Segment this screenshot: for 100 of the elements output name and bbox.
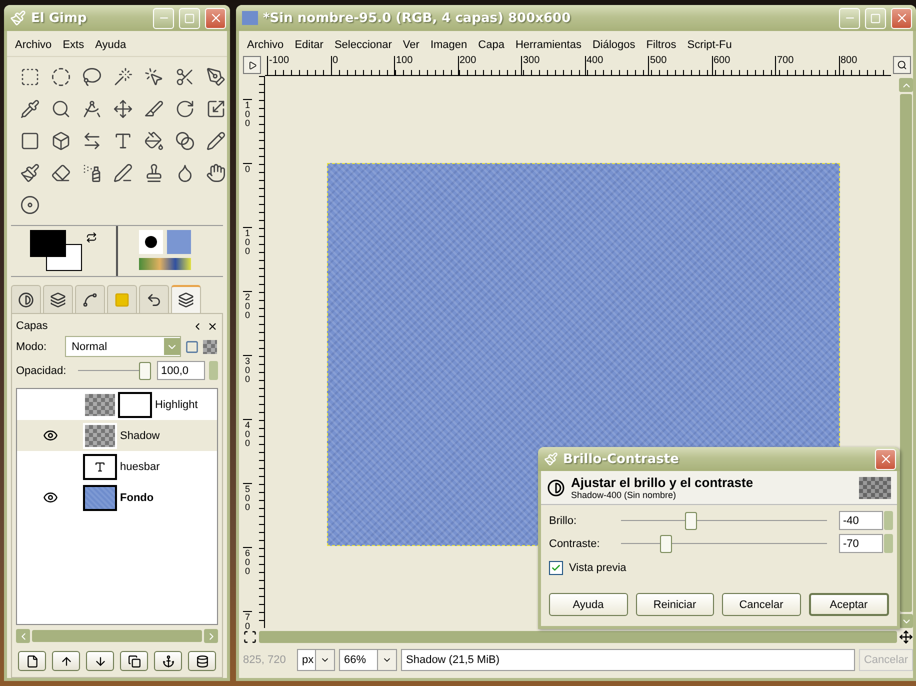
menu-arrow-button[interactable] <box>243 56 261 74</box>
pen-line-icon[interactable] <box>113 163 133 183</box>
menu-item[interactable]: Imagen <box>430 39 468 51</box>
zoom-dropdown[interactable]: 66% <box>339 649 397 671</box>
slider-thumb[interactable] <box>685 512 698 530</box>
contrast-icon <box>18 292 34 308</box>
navigate-icon[interactable] <box>899 630 913 644</box>
layers-icon <box>50 292 66 308</box>
move-icon[interactable] <box>113 99 133 119</box>
menu-item[interactable]: Ver <box>402 39 420 51</box>
menu-item[interactable]: Capa <box>478 39 504 51</box>
blend-icon[interactable] <box>175 131 195 151</box>
layer-name: Shadow <box>120 430 160 442</box>
menu-item[interactable]: Herramientas <box>515 39 582 51</box>
color-swatches-icon[interactable] <box>30 230 84 272</box>
layers-stack-icon <box>178 292 194 308</box>
search-icon <box>897 60 907 70</box>
eraser-icon[interactable] <box>51 163 71 183</box>
ruler-label: 200 <box>243 291 252 355</box>
square-icon[interactable] <box>185 340 199 354</box>
menu-item[interactable]: Script-Fu <box>687 39 732 51</box>
scroll-down-icon[interactable] <box>899 614 913 628</box>
swap-colors-icon[interactable] <box>86 232 97 243</box>
pencil-icon[interactable] <box>206 131 226 151</box>
scissors-icon[interactable] <box>175 67 195 87</box>
dock-tab[interactable] <box>75 285 105 313</box>
pointer-click-icon[interactable] <box>144 67 164 87</box>
mode-dropdown[interactable]: Normal <box>64 336 181 357</box>
close-button[interactable] <box>875 448 896 470</box>
path-icon <box>82 292 98 308</box>
slider-thumb[interactable] <box>660 534 672 552</box>
new-layer-button[interactable] <box>18 651 46 671</box>
menu-item[interactable]: Ayuda <box>95 39 126 51</box>
paint-bucket-icon[interactable] <box>144 131 164 151</box>
square-icon[interactable] <box>20 131 40 151</box>
rotate-icon[interactable] <box>175 99 195 119</box>
opacity-field[interactable]: 100,0 <box>157 361 205 380</box>
dock-tab[interactable] <box>11 285 41 313</box>
menu-item[interactable]: Filtros <box>646 39 676 51</box>
lasso-icon[interactable] <box>82 67 102 87</box>
zoom-button[interactable] <box>893 56 911 74</box>
disc-icon[interactable] <box>20 195 40 215</box>
quick-mask-icon[interactable] <box>243 630 257 644</box>
knife-icon[interactable] <box>144 99 164 119</box>
menu-item[interactable]: Archivo <box>15 39 52 51</box>
ruler-label: 400 <box>584 56 648 75</box>
horizontal-scrollbar[interactable] <box>259 631 897 643</box>
eye-icon[interactable] <box>42 428 58 443</box>
lower-layer-button[interactable] <box>86 651 114 671</box>
dock-tab[interactable] <box>43 285 73 313</box>
close-icon[interactable] <box>207 320 218 332</box>
spray-can-icon[interactable] <box>82 163 102 183</box>
unit-dropdown[interactable]: px <box>297 649 335 671</box>
flip-arrows-icon[interactable] <box>82 131 102 151</box>
checkbox[interactable] <box>549 561 563 575</box>
checker-icon[interactable] <box>203 340 217 354</box>
dialog-button[interactable]: Cancelar <box>722 593 800 616</box>
hand-icon[interactable] <box>206 163 226 183</box>
down-arrow-icon <box>94 654 106 668</box>
dialog-button[interactable]: Reiniciar <box>636 593 714 616</box>
checkbox-label: Vista previa <box>569 562 626 574</box>
box-icon[interactable] <box>51 131 71 151</box>
ruler-label: 200 <box>458 56 521 75</box>
dialog-button[interactable]: Ayuda <box>549 593 628 616</box>
panel-title: Capas <box>16 320 49 332</box>
value-field[interactable]: -70 <box>839 534 883 553</box>
compass-icon[interactable] <box>82 99 102 119</box>
menu-item[interactable]: Exts <box>62 39 84 51</box>
slider-thumb[interactable] <box>139 362 151 380</box>
dialog-heading: Ajustar el brillo y el contraste <box>571 475 754 490</box>
menu-item[interactable]: Seleccionar <box>334 39 392 51</box>
pen-nib-icon[interactable] <box>206 67 226 87</box>
dock-tab[interactable] <box>171 285 201 313</box>
close-button[interactable] <box>891 8 912 28</box>
layer-row[interactable]: Shadow <box>17 420 217 451</box>
rect-select-icon[interactable] <box>20 67 40 87</box>
text-tool-icon[interactable] <box>113 131 133 151</box>
dock-tab[interactable] <box>139 285 169 313</box>
raise-layer-button[interactable] <box>52 651 80 671</box>
paintbrush-icon[interactable] <box>20 163 40 183</box>
close-button[interactable] <box>205 8 226 28</box>
eye-icon[interactable] <box>42 490 58 505</box>
dialog-button[interactable]: Aceptar <box>808 593 889 616</box>
wand-icon[interactable] <box>113 67 133 87</box>
menu-item[interactable]: Diálogos <box>592 39 636 51</box>
duplicate-layer-button[interactable] <box>120 651 148 671</box>
anchor-layer-button[interactable] <box>154 651 182 671</box>
delete-layer-button[interactable] <box>188 651 216 671</box>
menu-item[interactable]: Archivo <box>247 39 284 51</box>
pipette-icon[interactable] <box>20 99 40 119</box>
ellipse-select-icon[interactable] <box>51 67 71 87</box>
stamp-icon[interactable] <box>144 163 164 183</box>
ruler-label: 700 <box>775 56 838 75</box>
mask-thumbnail <box>118 392 152 418</box>
scale-icon[interactable] <box>206 99 226 119</box>
cylinder-icon <box>196 654 208 668</box>
menu-item[interactable]: Editar <box>294 39 324 51</box>
ruler-label: 600 <box>712 56 775 75</box>
magnifier-icon[interactable] <box>51 99 71 119</box>
value-field[interactable]: -40 <box>839 511 883 530</box>
